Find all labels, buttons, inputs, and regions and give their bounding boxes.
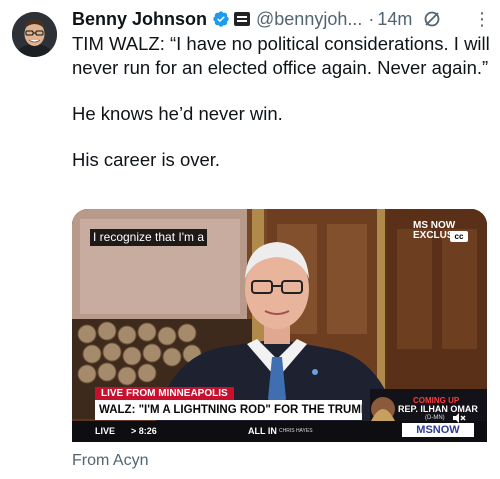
- tweet-timestamp[interactable]: 14m: [377, 9, 412, 30]
- video-caption: I recognize that I'm a: [90, 229, 208, 246]
- exclusive-label: EXCLUS: [413, 230, 454, 241]
- mute-icon[interactable]: [452, 411, 466, 423]
- tweet-header: Benny Johnson @bennyjoh... · 14m: [72, 8, 442, 30]
- separator-dot: ·: [368, 8, 375, 29]
- media-attribution[interactable]: From Acyn: [72, 452, 148, 470]
- ticker-host: CHRIS HAYES: [279, 428, 313, 434]
- more-icon[interactable]: ⋮: [472, 9, 492, 29]
- author-name[interactable]: Benny Johnson: [72, 9, 207, 30]
- author-avatar[interactable]: [12, 12, 57, 57]
- grok-icon[interactable]: [422, 9, 442, 29]
- author-handle[interactable]: @bennyjoh...: [256, 9, 362, 30]
- tweet-paragraph: TIM WALZ: “I have no political considera…: [72, 33, 490, 78]
- ticker-time: > 8:26: [131, 426, 157, 436]
- live-location-tag: LIVE FROM MINNEAPOLIS: [95, 387, 234, 400]
- affiliation-badge-icon[interactable]: [234, 12, 251, 26]
- closed-captions-badge: cc: [450, 231, 468, 242]
- ticker-program: ALL IN: [248, 426, 277, 436]
- chyron-headline: WALZ: "I'M A LIGHTNING ROD" FOR THE TRUM…: [95, 400, 362, 420]
- tweet-text: TIM WALZ: “I have no political considera…: [72, 32, 492, 172]
- coming-up-party: (D-MN): [425, 415, 445, 421]
- network-logo: MSNOW: [402, 423, 474, 437]
- verified-badge-icon[interactable]: [212, 10, 230, 28]
- ticker-live: LIVE: [95, 426, 116, 436]
- tweet-paragraph: He knows he’d never win.: [72, 103, 283, 124]
- tweet-paragraph: His career is over.: [72, 149, 221, 170]
